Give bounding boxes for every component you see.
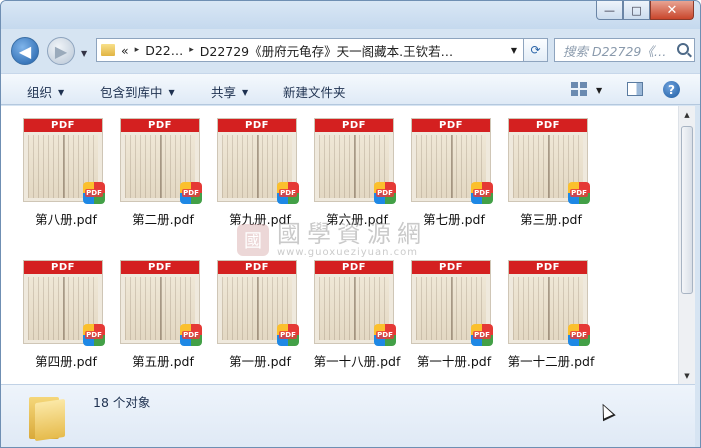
file-item[interactable]: PDF PDF 第一十册.pdf bbox=[409, 253, 501, 373]
scroll-down-icon[interactable]: ▼ bbox=[679, 367, 695, 384]
pdf-band: PDF bbox=[121, 261, 199, 274]
search-input[interactable]: 搜索 D22729《… bbox=[554, 38, 695, 62]
chevron-down-icon: ▼ bbox=[58, 88, 65, 97]
chevron-down-icon: ▼ bbox=[168, 88, 175, 97]
minimize-button[interactable]: — bbox=[596, 1, 623, 20]
search-icon bbox=[677, 43, 689, 55]
file-name: 第四册.pdf bbox=[35, 354, 97, 369]
folder-icon bbox=[101, 44, 115, 56]
organize-label: 组织 bbox=[27, 85, 53, 100]
pdf-app-icon: PDF bbox=[180, 324, 202, 346]
maximize-button[interactable]: □ bbox=[623, 1, 650, 20]
pdf-band: PDF bbox=[121, 119, 199, 132]
pdf-band: PDF bbox=[509, 261, 587, 274]
view-dropdown-icon[interactable]: ▼ bbox=[596, 86, 602, 95]
file-list: PDF PDF 第八册.pdf PDF PDF 第二册.pdf PDF PDF 第九册.pdf P… bbox=[1, 106, 678, 384]
folder-icon bbox=[29, 393, 65, 442]
pdf-app-icon: PDF bbox=[471, 182, 493, 204]
item-count: 18 个对象 bbox=[93, 395, 151, 410]
file-item[interactable]: PDF PDF 第一十八册.pdf bbox=[312, 253, 404, 373]
file-name: 第六册.pdf bbox=[326, 212, 388, 227]
vertical-scrollbar[interactable]: ▲ ▼ bbox=[678, 106, 695, 384]
share-label: 共享 bbox=[211, 85, 237, 100]
view-options-icon[interactable] bbox=[571, 82, 587, 96]
pdf-app-icon: PDF bbox=[374, 324, 396, 346]
recent-pages-dropdown[interactable]: ▼ bbox=[81, 49, 87, 58]
pdf-app-icon: PDF bbox=[277, 324, 299, 346]
new-folder-button[interactable]: 新建文件夹 bbox=[283, 82, 346, 101]
window-controls: — □ ✕ bbox=[596, 1, 694, 21]
breadcrumb-parent[interactable]: D22… bbox=[145, 43, 183, 58]
pdf-app-icon: PDF bbox=[568, 324, 590, 346]
breadcrumb-separator[interactable]: ▸ bbox=[135, 45, 140, 55]
details-pane: 18 个对象 bbox=[1, 384, 695, 447]
pdf-band: PDF bbox=[412, 261, 490, 274]
file-item[interactable]: PDF PDF 第八册.pdf bbox=[21, 111, 113, 231]
pdf-band: PDF bbox=[315, 119, 393, 132]
pdf-band: PDF bbox=[509, 119, 587, 132]
forward-button[interactable]: ▶ bbox=[47, 37, 75, 65]
include-in-library-menu[interactable]: 包含到库中 ▼ bbox=[100, 82, 175, 101]
file-name: 第七册.pdf bbox=[423, 212, 485, 227]
explorer-window: — □ ✕ ◀ ▶ ▼ « ▸ D22… ▸ D22729《册府元龟存》天一阁藏… bbox=[0, 0, 701, 448]
pdf-app-icon: PDF bbox=[83, 182, 105, 204]
pdf-band: PDF bbox=[412, 119, 490, 132]
command-bar: 组织 ▼ 包含到库中 ▼ 共享 ▼ 新建文件夹 ▼ ? bbox=[1, 73, 700, 105]
file-name: 第一十册.pdf bbox=[416, 354, 492, 369]
file-name: 第三册.pdf bbox=[520, 212, 582, 227]
pdf-app-icon: PDF bbox=[471, 324, 493, 346]
share-menu[interactable]: 共享 ▼ bbox=[211, 82, 248, 101]
pdf-band: PDF bbox=[218, 261, 296, 274]
refresh-button[interactable]: ⟳ bbox=[524, 38, 548, 62]
pdf-band: PDF bbox=[315, 261, 393, 274]
include-library-label: 包含到库中 bbox=[100, 85, 163, 100]
title-bar: — □ ✕ bbox=[1, 1, 700, 29]
file-item[interactable]: PDF PDF 第九册.pdf bbox=[215, 111, 307, 231]
help-icon[interactable]: ? bbox=[663, 81, 680, 98]
breadcrumb-current[interactable]: D22729《册府元龟存》天一阁藏本.王钦若… bbox=[200, 41, 453, 60]
file-item[interactable]: PDF PDF 第五册.pdf bbox=[118, 253, 210, 373]
file-item[interactable]: PDF PDF 第一册.pdf bbox=[215, 253, 307, 373]
file-name: 第一十八册.pdf bbox=[313, 354, 401, 369]
file-item[interactable]: PDF PDF 第六册.pdf bbox=[312, 111, 404, 231]
forward-arrow-icon: ▶ bbox=[54, 41, 68, 61]
file-name: 第二册.pdf bbox=[132, 212, 194, 227]
organize-menu[interactable]: 组织 ▼ bbox=[27, 82, 64, 101]
breadcrumb-overflow[interactable]: « bbox=[121, 43, 129, 58]
file-name: 第八册.pdf bbox=[35, 212, 97, 227]
file-item[interactable]: PDF PDF 第三册.pdf bbox=[506, 111, 598, 231]
close-button[interactable]: ✕ bbox=[650, 1, 694, 20]
preview-pane-icon[interactable] bbox=[627, 82, 643, 96]
file-name: 第一册.pdf bbox=[229, 354, 291, 369]
pdf-band: PDF bbox=[218, 119, 296, 132]
pdf-app-icon: PDF bbox=[277, 182, 299, 204]
pdf-app-icon: PDF bbox=[83, 324, 105, 346]
pdf-app-icon: PDF bbox=[374, 182, 396, 204]
pdf-app-icon: PDF bbox=[568, 182, 590, 204]
file-item[interactable]: PDF PDF 第二册.pdf bbox=[118, 111, 210, 231]
file-name: 第一十二册.pdf bbox=[507, 354, 595, 369]
file-name: 第五册.pdf bbox=[132, 354, 194, 369]
file-item[interactable]: PDF PDF 第四册.pdf bbox=[21, 253, 113, 373]
mouse-cursor-icon bbox=[596, 400, 616, 422]
pdf-app-icon: PDF bbox=[180, 182, 202, 204]
scroll-up-icon[interactable]: ▲ bbox=[679, 106, 695, 123]
pdf-band: PDF bbox=[24, 119, 102, 132]
back-button[interactable]: ◀ bbox=[11, 37, 39, 65]
back-arrow-icon: ◀ bbox=[18, 41, 32, 61]
navigation-bar: ◀ ▶ ▼ « ▸ D22… ▸ D22729《册府元龟存》天一阁藏本.王钦若…… bbox=[1, 29, 700, 73]
file-name: 第九册.pdf bbox=[229, 212, 291, 227]
pdf-band: PDF bbox=[24, 261, 102, 274]
breadcrumb-separator[interactable]: ▸ bbox=[189, 45, 194, 55]
address-dropdown-icon[interactable]: ▼ bbox=[511, 46, 517, 55]
file-item[interactable]: PDF PDF 第七册.pdf bbox=[409, 111, 501, 231]
chevron-down-icon: ▼ bbox=[242, 88, 249, 97]
scrollbar-thumb[interactable] bbox=[681, 126, 693, 294]
file-item[interactable]: PDF PDF 第一十二册.pdf bbox=[506, 253, 598, 373]
search-placeholder: 搜索 D22729《… bbox=[563, 43, 667, 59]
refresh-icon: ⟳ bbox=[530, 43, 541, 57]
address-bar[interactable]: « ▸ D22… ▸ D22729《册府元龟存》天一阁藏本.王钦若… ▼ bbox=[96, 38, 524, 62]
